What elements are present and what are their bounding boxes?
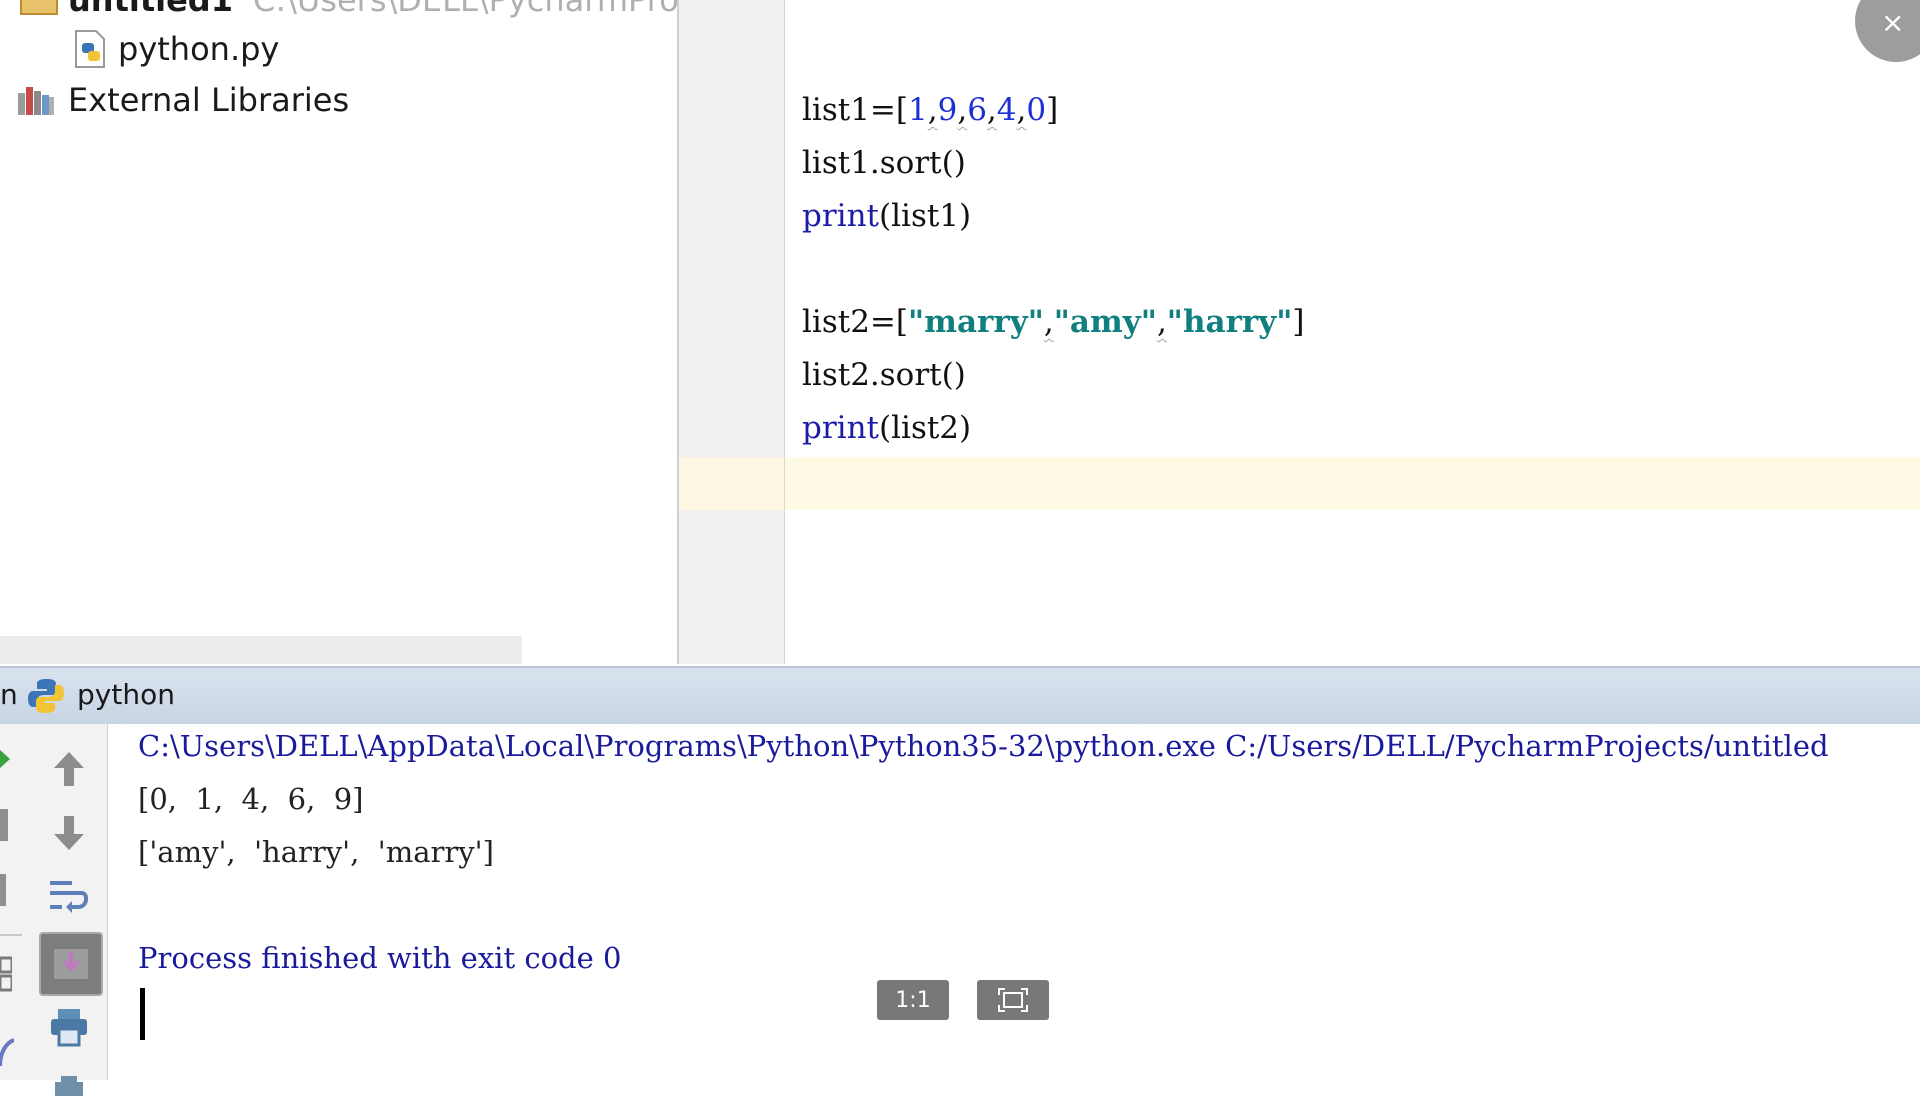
string-token: "amy" xyxy=(1053,304,1157,340)
code-line-1[interactable]: list1=[1,9,6,4,0] xyxy=(802,85,1058,135)
code-token: ] xyxy=(1292,304,1305,340)
tree-external-libraries-label: External Libraries xyxy=(68,81,350,119)
console-command-line: C:\Users\DELL\AppData\Local\Programs\Pyt… xyxy=(138,729,1829,763)
soft-wrap-icon xyxy=(50,881,89,913)
separator-token: , xyxy=(1016,92,1027,128)
tree-root-name: untitled1 xyxy=(68,0,233,19)
separator-token: , xyxy=(1156,304,1167,340)
separator-token: , xyxy=(1043,304,1054,340)
libraries-icon xyxy=(18,87,54,115)
toolbar-separator xyxy=(0,934,22,936)
console-output-line: ['amy', 'harry', 'marry'] xyxy=(138,835,494,869)
run-tab-python[interactable]: python xyxy=(77,666,175,723)
string-token: "marry" xyxy=(908,304,1044,340)
code-token: (list2) xyxy=(879,410,972,446)
code-line-3[interactable]: print(list1) xyxy=(802,191,971,241)
run-panel-header xyxy=(0,666,1920,726)
caret-line-highlight[interactable] xyxy=(785,457,1920,510)
actual-size-button[interactable]: 1:1 xyxy=(877,980,949,1020)
tree-external-libraries[interactable]: External Libraries xyxy=(16,78,349,122)
code-token: list2=[ xyxy=(802,304,908,340)
separator-token: , xyxy=(986,92,997,128)
tree-file-item[interactable]: python.py xyxy=(72,27,279,71)
number-token: 9 xyxy=(937,92,958,128)
console-exit-message: Process finished with exit code 0 xyxy=(138,941,622,975)
keyword-token: print xyxy=(802,198,880,234)
run-toolbar xyxy=(0,724,108,1096)
separator-token: , xyxy=(957,92,968,128)
fit-screen-icon xyxy=(998,988,1028,1012)
folder-icon xyxy=(20,0,58,15)
number-token: 0 xyxy=(1026,92,1047,128)
fit-to-screen-button[interactable] xyxy=(977,980,1049,1020)
layout-icon[interactable] xyxy=(0,956,14,992)
close-icon: × xyxy=(1881,6,1905,39)
code-line-5[interactable]: list2=["marry","amy","harry"] xyxy=(802,297,1305,347)
stop-icon[interactable] xyxy=(0,809,8,841)
tree-root-item[interactable]: untitled1 C:\Users\DELL\PycharmProject xyxy=(20,0,738,22)
scroll-down-button[interactable] xyxy=(40,804,98,862)
print-button[interactable] xyxy=(40,998,98,1056)
tree-file-name: python.py xyxy=(118,30,280,68)
code-token: list1=[ xyxy=(802,92,908,128)
number-token: 6 xyxy=(967,92,987,128)
text-cursor xyxy=(140,988,145,1040)
code-line-2[interactable]: list1.sort() xyxy=(802,138,966,188)
trash-icon xyxy=(55,1076,83,1096)
scroll-to-end-button[interactable] xyxy=(39,932,103,996)
code-token: (list1) xyxy=(879,198,972,234)
caret-line-gutter-highlight xyxy=(679,457,784,510)
soft-wrap-button[interactable] xyxy=(40,868,98,926)
python-icon xyxy=(26,676,66,721)
console-output[interactable] xyxy=(108,724,1920,1080)
number-token: 1 xyxy=(908,92,928,128)
pin-icon[interactable] xyxy=(0,1036,15,1067)
printer-icon xyxy=(51,1009,87,1047)
pause-icon[interactable] xyxy=(0,874,6,906)
arrow-down-icon xyxy=(54,816,84,850)
code-token: ] xyxy=(1046,92,1059,128)
editor-gutter xyxy=(679,0,785,664)
project-panel: untitled1 C:\Users\DELL\PycharmProject p… xyxy=(0,0,738,664)
project-tree-scrollbar[interactable] xyxy=(0,636,522,664)
separator-token: , xyxy=(927,92,938,128)
scroll-to-end-icon xyxy=(54,949,88,979)
console-output-line: [0, 1, 4, 6, 9] xyxy=(138,782,364,816)
code-line-6[interactable]: list2.sort() xyxy=(802,350,966,400)
clear-button[interactable] xyxy=(40,1056,98,1114)
code-line-7[interactable]: print(list2) xyxy=(802,403,971,453)
rerun-icon[interactable] xyxy=(0,750,10,768)
python-file-icon xyxy=(75,30,105,68)
number-token: 4 xyxy=(996,92,1017,128)
string-token: "harry" xyxy=(1166,304,1293,340)
scroll-up-button[interactable] xyxy=(40,740,98,798)
tree-root-path: C:\Users\DELL\PycharmProject xyxy=(252,0,738,19)
run-tab-prefix: n xyxy=(0,678,18,711)
keyword-token: print xyxy=(802,410,880,446)
arrow-up-icon xyxy=(54,752,84,786)
